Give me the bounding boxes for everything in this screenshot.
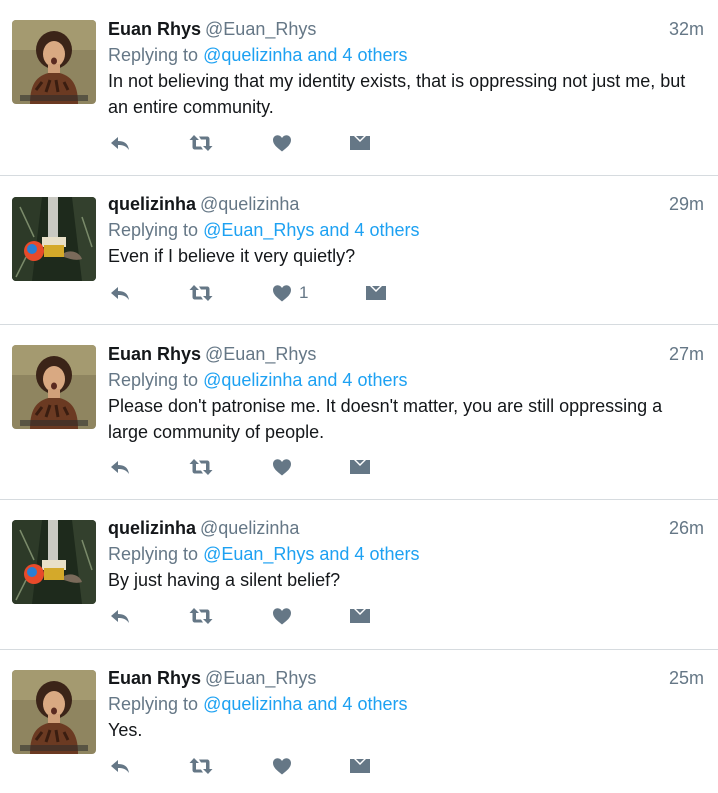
tweet-actions: 1 xyxy=(108,281,408,305)
replying-to-prefix: Replying to xyxy=(108,45,204,65)
tweet-text: Even if I believe it very quietly? xyxy=(108,246,356,266)
author-name[interactable]: quelizinha xyxy=(108,518,196,538)
heart-icon xyxy=(271,455,293,479)
avatar-euan-rhys[interactable] xyxy=(12,345,96,429)
retweet-button[interactable] xyxy=(188,131,214,155)
reply-button[interactable] xyxy=(108,455,132,479)
like-button[interactable] xyxy=(271,754,299,778)
reply-button[interactable] xyxy=(108,604,132,628)
retweet-button[interactable] xyxy=(188,754,214,778)
direct-message-button[interactable] xyxy=(348,604,372,628)
retweet-icon xyxy=(188,604,214,628)
direct-message-icon xyxy=(348,455,372,479)
tweet-timestamp[interactable]: 32m xyxy=(669,17,704,41)
reply-button[interactable] xyxy=(108,131,132,155)
tweet-timestamp[interactable]: 26m xyxy=(669,516,704,540)
reply-icon xyxy=(108,754,132,778)
replying-to-line: Replying to @quelizinha and 4 others xyxy=(108,691,704,717)
tweet-text: By just having a silent belief? xyxy=(108,570,341,590)
like-button[interactable] xyxy=(271,455,299,479)
replying-to-link[interactable]: @quelizinha and 4 others xyxy=(203,45,407,65)
tweet-text: Yes. xyxy=(108,720,143,740)
reply-button[interactable] xyxy=(108,281,132,305)
direct-message-icon xyxy=(348,604,372,628)
heart-icon xyxy=(271,604,293,628)
retweet-icon xyxy=(188,455,214,479)
retweet-button[interactable] xyxy=(188,604,214,628)
tweet-text: In not believing that my identity exists… xyxy=(108,71,686,117)
tweet-timestamp[interactable]: 27m xyxy=(669,342,704,366)
tweet-actions xyxy=(108,754,408,778)
replying-to-line: Replying to @Euan_Rhys and 4 others xyxy=(108,541,704,567)
replying-to-link[interactable]: @quelizinha and 4 others xyxy=(203,370,407,390)
replying-to-prefix: Replying to xyxy=(108,220,204,240)
reply-icon xyxy=(108,455,132,479)
replying-to-link[interactable]: @Euan_Rhys and 4 others xyxy=(203,544,419,564)
reply-icon xyxy=(108,604,132,628)
tweet[interactable]: quelizinha @quelizinha 29m Replying to @E… xyxy=(0,176,718,325)
tweet-actions xyxy=(108,131,408,155)
author-name[interactable]: Euan Rhys xyxy=(108,668,201,688)
tweet-text: Please don't patronise me. It doesn't ma… xyxy=(108,396,663,442)
reply-icon xyxy=(108,131,132,155)
direct-message-icon xyxy=(348,754,372,778)
replying-to-prefix: Replying to xyxy=(108,370,204,390)
retweet-button[interactable] xyxy=(188,281,214,305)
reply-icon xyxy=(108,281,132,305)
reply-button[interactable] xyxy=(108,754,132,778)
tweet-timestamp[interactable]: 25m xyxy=(669,666,704,690)
direct-message-button[interactable] xyxy=(348,754,372,778)
replying-to-link[interactable]: @Euan_Rhys and 4 others xyxy=(203,220,419,240)
replying-to-line: Replying to @quelizinha and 4 others xyxy=(108,367,704,393)
replying-to-prefix: Replying to xyxy=(108,544,204,564)
like-button[interactable] xyxy=(271,604,299,628)
reply-thread-timeline: Euan Rhys @Euan_Rhys 32m Replying to @que… xyxy=(0,0,718,793)
author-handle[interactable]: @Euan_Rhys xyxy=(205,668,316,688)
author-name[interactable]: Euan Rhys xyxy=(108,19,201,39)
avatar-quelizinha[interactable] xyxy=(12,520,96,604)
author-handle[interactable]: @quelizinha xyxy=(200,194,299,214)
tweet-timestamp[interactable]: 29m xyxy=(669,192,704,216)
heart-icon xyxy=(271,754,293,778)
heart-icon xyxy=(271,281,293,305)
like-button[interactable]: 1 xyxy=(271,281,308,305)
avatar-euan-rhys[interactable] xyxy=(12,670,96,754)
author-handle[interactable]: @Euan_Rhys xyxy=(205,19,316,39)
replying-to-link[interactable]: @quelizinha and 4 others xyxy=(203,694,407,714)
direct-message-button[interactable] xyxy=(348,131,372,155)
tweet[interactable]: Euan Rhys @Euan_Rhys 27m Replying to @que… xyxy=(0,325,718,500)
direct-message-button[interactable] xyxy=(348,455,372,479)
heart-icon xyxy=(271,131,293,155)
replying-to-line: Replying to @Euan_Rhys and 4 others xyxy=(108,217,704,243)
direct-message-button[interactable] xyxy=(364,281,388,305)
author-name[interactable]: quelizinha xyxy=(108,194,196,214)
like-button[interactable] xyxy=(271,131,299,155)
retweet-icon xyxy=(188,754,214,778)
retweet-button[interactable] xyxy=(188,455,214,479)
author-name[interactable]: Euan Rhys xyxy=(108,344,201,364)
avatar-quelizinha[interactable] xyxy=(12,197,96,281)
replying-to-prefix: Replying to xyxy=(108,694,204,714)
like-count: 1 xyxy=(299,283,309,302)
tweet[interactable]: quelizinha @quelizinha 26m Replying to @E… xyxy=(0,500,718,650)
replying-to-line: Replying to @quelizinha and 4 others xyxy=(108,42,704,68)
avatar-euan-rhys[interactable] xyxy=(12,20,96,104)
retweet-icon xyxy=(188,131,214,155)
tweet-actions xyxy=(108,455,408,479)
direct-message-icon xyxy=(364,281,388,305)
author-handle[interactable]: @Euan_Rhys xyxy=(205,344,316,364)
retweet-icon xyxy=(188,281,214,305)
tweet[interactable]: Euan Rhys @Euan_Rhys 32m Replying to @que… xyxy=(0,0,718,176)
author-handle[interactable]: @quelizinha xyxy=(200,518,299,538)
tweet-actions xyxy=(108,604,408,628)
direct-message-icon xyxy=(348,131,372,155)
tweet[interactable]: Euan Rhys @Euan_Rhys 25m Replying to @que… xyxy=(0,650,718,793)
